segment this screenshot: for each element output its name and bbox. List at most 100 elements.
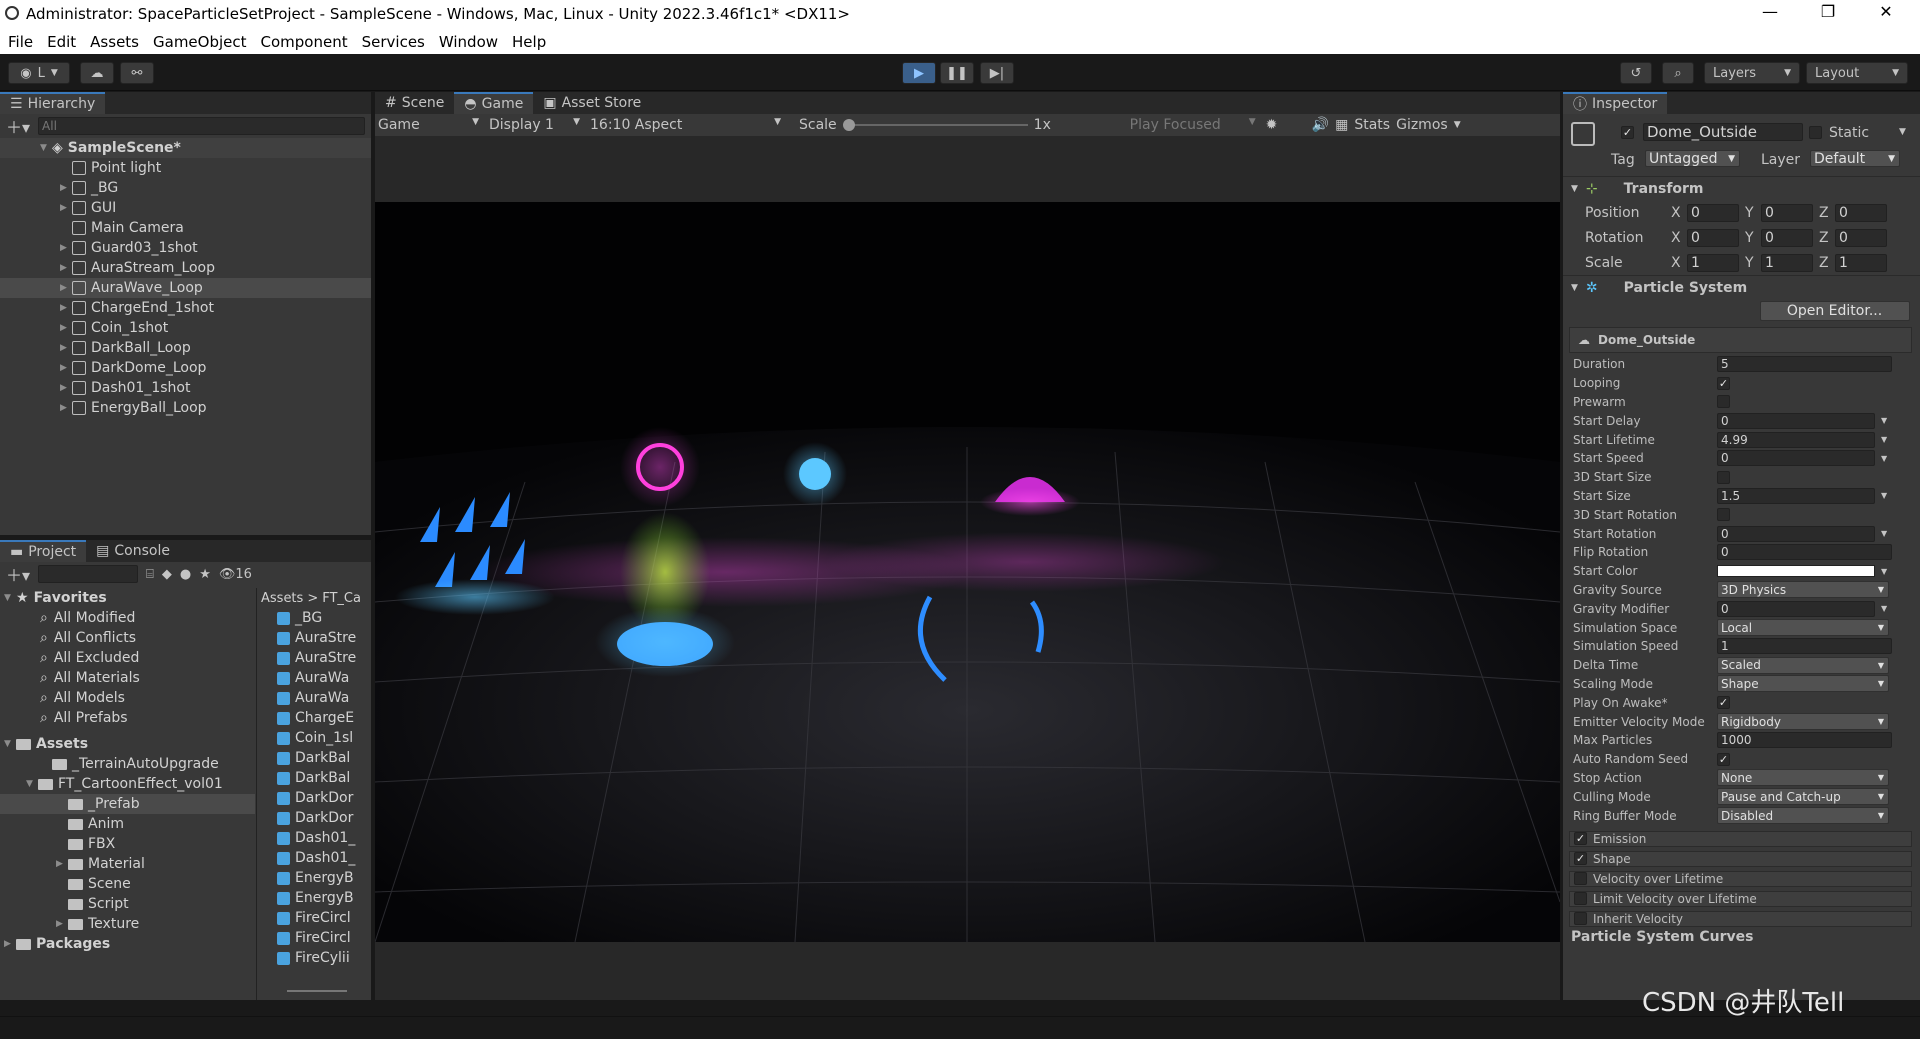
prefab-item[interactable]: EnergyB (257, 888, 371, 908)
prefab-item[interactable]: FireCylii (257, 948, 371, 968)
property-dropdown[interactable]: Rigidbody ▼ (1717, 713, 1889, 731)
tab-console[interactable]: ▤ Console (86, 540, 180, 562)
filter-icon[interactable]: ⌸ (146, 567, 154, 582)
display-dropdown[interactable]: Display 1 ▼ (489, 117, 584, 133)
position-y-field[interactable]: 0 (1761, 203, 1813, 222)
close-icon[interactable]: ✕ (1866, 2, 1906, 21)
game-mode-dropdown[interactable]: Game ▼ (378, 117, 483, 133)
object-name-field[interactable]: Dome_Outside (1643, 123, 1803, 141)
chevron-down-icon[interactable]: ▼ (1881, 454, 1887, 463)
pause-button[interactable]: ❚❚ (940, 62, 974, 84)
expand-arrow-icon[interactable]: ▶ (56, 859, 68, 869)
expand-arrow-icon[interactable]: ▶ (60, 363, 72, 373)
expand-arrow-icon[interactable]: ▶ (60, 303, 72, 313)
module-checkbox[interactable]: ✓ (1574, 832, 1587, 846)
particle-module[interactable]: Velocity over Lifetime (1569, 870, 1912, 887)
menu-window[interactable]: Window (439, 33, 498, 51)
add-icon[interactable]: ＋▾ (6, 114, 30, 138)
particle-module[interactable]: ✓ Emission (1569, 830, 1912, 847)
expand-arrow-icon[interactable]: ▼ (4, 593, 16, 603)
property-checkbox[interactable] (1717, 508, 1730, 522)
assets-header[interactable]: ▼ Assets (0, 734, 255, 754)
folder-item[interactable]: Anim (0, 814, 255, 834)
chevron-down-icon[interactable]: ▼ (1881, 416, 1887, 425)
expand-arrow-icon[interactable]: ▶ (4, 939, 16, 949)
folder-item[interactable]: ▼ FT_CartoonEffect_vol01 (0, 774, 255, 794)
particle-module[interactable]: Limit Velocity over Lifetime (1569, 890, 1912, 907)
scene-root[interactable]: ▼ ◈ SampleScene* (0, 138, 371, 158)
hierarchy-item[interactable]: ▶ ChargeEnd_1shot (0, 298, 371, 318)
prefab-item[interactable]: DarkDor (257, 808, 371, 828)
minimize-icon[interactable]: — (1750, 2, 1790, 21)
particle-main-module[interactable]: ☁ Dome_Outside (1569, 327, 1912, 353)
expand-arrow-icon[interactable]: ▼ (4, 739, 16, 749)
prefab-item[interactable]: Dash01_ (257, 848, 371, 868)
prefab-item[interactable]: ChargeE (257, 708, 371, 728)
tab-scene[interactable]: # Scene (375, 92, 454, 114)
expand-arrow-icon[interactable]: ▶ (60, 383, 72, 393)
chevron-down-icon[interactable]: ▼ (1881, 529, 1887, 538)
star-icon[interactable]: ★ (199, 567, 211, 582)
prefab-item[interactable]: DarkBal (257, 748, 371, 768)
hierarchy-item[interactable]: Main Camera (0, 218, 371, 238)
property-checkbox[interactable]: ✓ (1717, 376, 1730, 390)
chevron-down-icon[interactable]: ▼ (1881, 435, 1887, 444)
history-button[interactable]: ↺ (1620, 62, 1652, 84)
tag-dropdown[interactable]: Untagged ▼ (1645, 150, 1740, 167)
collab-button[interactable]: ⚯ (120, 62, 154, 84)
menu-component[interactable]: Component (261, 33, 348, 51)
favorite-item[interactable]: ⌕ All Materials (0, 668, 255, 688)
account-button[interactable]: ◉ L ▼ (8, 62, 70, 84)
property-checkbox[interactable]: ✓ (1717, 696, 1730, 710)
tab-hierarchy[interactable]: ☰ Hierarchy (0, 92, 106, 114)
tab-project[interactable]: ▬ Project (0, 540, 87, 562)
property-field[interactable]: 1000 (1717, 732, 1892, 749)
property-dropdown[interactable]: Shape ▼ (1717, 675, 1889, 693)
prefab-item[interactable]: DarkBal (257, 768, 371, 788)
property-dropdown[interactable]: Local ▼ (1717, 619, 1889, 637)
hierarchy-item[interactable]: ▶ AuraStream_Loop (0, 258, 371, 278)
module-checkbox[interactable] (1574, 892, 1587, 906)
prefab-item[interactable]: Coin_1sl (257, 728, 371, 748)
folder-item[interactable]: ▶ Material (0, 854, 255, 874)
hierarchy-item[interactable]: ▶ DarkDome_Loop (0, 358, 371, 378)
active-checkbox[interactable]: ✓ (1621, 126, 1634, 139)
prefab-item[interactable]: FireCircl (257, 908, 371, 928)
aspect-dropdown[interactable]: 16:10 Aspect ▼ (590, 117, 785, 133)
eye-icon[interactable]: 👁16 (219, 567, 252, 582)
hierarchy-item[interactable]: ▶ _BG (0, 178, 371, 198)
property-checkbox[interactable] (1717, 470, 1730, 484)
rotation-z-field[interactable]: 0 (1835, 228, 1887, 247)
property-field[interactable]: 1.5 (1717, 487, 1875, 504)
prefab-item[interactable]: DarkDor (257, 788, 371, 808)
favorite-item[interactable]: ⌕ All Models (0, 688, 255, 708)
menu-services[interactable]: Services (362, 33, 425, 51)
module-checkbox[interactable] (1574, 912, 1587, 926)
menu-gameobject[interactable]: GameObject (153, 33, 247, 51)
property-field[interactable]: 5 (1717, 356, 1892, 373)
packages-header[interactable]: ▶ Packages (0, 934, 255, 954)
hierarchy-item[interactable]: ▶ Coin_1shot (0, 318, 371, 338)
folder-item[interactable]: Scene (0, 874, 255, 894)
expand-arrow-icon[interactable]: ▶ (60, 283, 72, 293)
position-x-field[interactable]: 0 (1687, 203, 1739, 222)
prefab-item[interactable]: Dash01_ (257, 828, 371, 848)
prefab-item[interactable]: _BG (257, 608, 371, 628)
module-checkbox[interactable] (1574, 872, 1587, 886)
layers-dropdown[interactable]: Layers ▼ (1704, 62, 1800, 84)
chevron-down-icon[interactable]: ▼ (1454, 120, 1461, 130)
scale-x-field[interactable]: 1 (1687, 253, 1739, 272)
rotation-x-field[interactable]: 0 (1687, 228, 1739, 247)
audio-icon[interactable]: 🔊 (1312, 117, 1329, 133)
play-button[interactable]: ▶ (902, 62, 936, 84)
hierarchy-search-input[interactable]: All (38, 117, 365, 135)
tab-asset-store[interactable]: ▣ Asset Store (533, 92, 651, 114)
start-color-field[interactable] (1717, 565, 1875, 578)
property-dropdown[interactable]: Disabled ▼ (1717, 807, 1889, 825)
expand-arrow-icon[interactable]: ▶ (60, 203, 72, 213)
menu-edit[interactable]: Edit (47, 33, 76, 51)
maximize-icon[interactable]: ❐ (1808, 2, 1848, 21)
expand-arrow-icon[interactable]: ▶ (56, 919, 68, 929)
chevron-down-icon[interactable]: ▼ (1571, 283, 1578, 293)
prefab-item[interactable]: AuraStre (257, 628, 371, 648)
